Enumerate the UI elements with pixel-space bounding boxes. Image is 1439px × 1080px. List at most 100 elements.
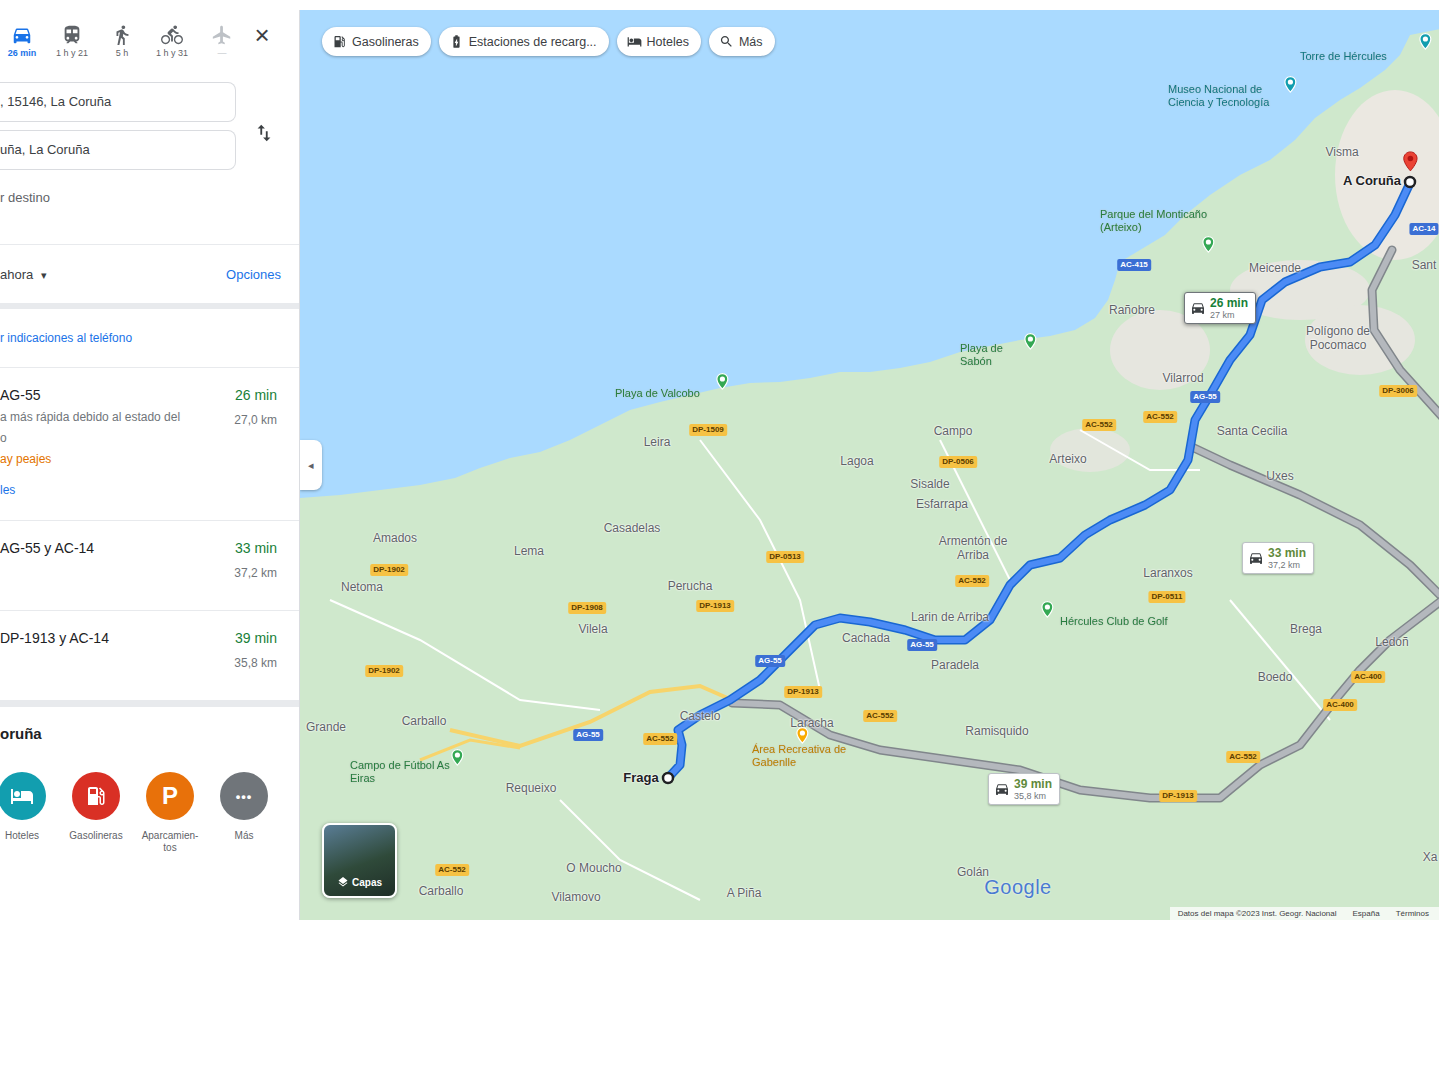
place-label: Lema	[514, 544, 544, 558]
destination-ring-icon	[1405, 177, 1415, 187]
place-label: Laracha	[790, 716, 833, 730]
road-shield: AC-552	[1082, 419, 1116, 431]
route-option[interactable]: AG-55 a más rápida debido al estado delo…	[0, 368, 299, 521]
poi-pin-icon[interactable]	[452, 750, 463, 766]
hotel-icon	[0, 772, 46, 820]
chip-charging[interactable]: Estaciones de recarg...	[439, 27, 609, 56]
route-time-box[interactable]: 33 min 37,2 km	[1242, 542, 1314, 574]
destination-pin-icon[interactable]	[1404, 152, 1417, 171]
place-label: Castelo	[680, 709, 721, 723]
footer-link[interactable]: Datos del mapa ©2023 Inst. Geogr. Nacion…	[1178, 909, 1337, 918]
travel-mode[interactable]: 1 h y 21	[50, 24, 94, 58]
place-label: Xa	[1423, 850, 1438, 864]
poi-label[interactable]: Área Recreativa de Gabenlle	[752, 743, 852, 769]
place-label: Sant	[1412, 258, 1437, 272]
footer-link[interactable]: España	[1353, 909, 1380, 918]
place-label: Grande	[306, 720, 346, 734]
poi-label[interactable]: Campo de Fútbol As Eiras	[350, 759, 450, 785]
place-label: Vilamovo	[551, 890, 600, 904]
options-button[interactable]: Opciones	[226, 267, 281, 282]
parking-icon: P	[146, 772, 194, 820]
road-shield: AC-552	[955, 575, 989, 587]
land	[300, 28, 1439, 920]
route-line[interactable]	[668, 183, 1410, 778]
place-label: Cachada	[842, 631, 890, 645]
route-line[interactable]	[1192, 447, 1439, 600]
car-icon	[994, 781, 1010, 797]
nearby-more[interactable]: ••• Más	[207, 772, 281, 854]
road-shield: AC-552	[1226, 751, 1260, 763]
road-shield: DP-1902	[365, 665, 403, 677]
route-line[interactable]	[732, 598, 1439, 798]
send-to-phone[interactable]: r indicaciones al teléfono	[0, 309, 299, 368]
place-label: Vilela	[578, 622, 607, 636]
poi-pin-icon[interactable]	[717, 374, 728, 390]
directions-panel: 26 min 1 h y 21 5 h 1 h y 31 — × , 15146…	[0, 10, 300, 920]
poi-pin-icon[interactable]	[1285, 77, 1296, 93]
road-shield: AC-400	[1323, 699, 1357, 711]
nearby-hotel[interactable]: Hoteles	[0, 772, 59, 854]
place-label: Visma	[1325, 145, 1358, 159]
nearby-gas[interactable]: Gasolineras	[59, 772, 133, 854]
route-option[interactable]: AG-55 y AC-14 33 min 37,2 km	[0, 521, 299, 611]
map[interactable]: VismaA CoruñaMeicendeRañobrePolígono de …	[300, 10, 1439, 920]
travel-mode[interactable]: —	[200, 24, 244, 58]
route-line[interactable]	[1372, 250, 1439, 420]
place-label: Paradela	[931, 658, 979, 672]
place-label: Lagoa	[840, 454, 873, 468]
chip-hotel[interactable]: Hoteles	[617, 27, 701, 56]
swap-icon[interactable]	[253, 122, 275, 144]
walk-icon	[111, 24, 133, 46]
search-icon	[719, 34, 734, 49]
details-link[interactable]: les	[0, 483, 180, 497]
place-label: Carballo	[419, 884, 464, 898]
poi-pin-icon[interactable]	[1025, 334, 1036, 350]
departure-dropdown[interactable]: ahora ▾	[0, 267, 47, 282]
place-label: Fraga	[623, 771, 658, 785]
poi-pin-icon[interactable]	[1203, 237, 1214, 253]
add-destination[interactable]: r destino	[0, 178, 236, 205]
nearby-parking[interactable]: P Aparcamien-tos	[133, 772, 207, 854]
road-shield: AC-415	[1117, 259, 1151, 271]
layers-icon	[337, 876, 349, 888]
poi-label[interactable]: Museo Nacional de Ciencia y Tecnología	[1168, 83, 1278, 109]
place-label: Rañobre	[1109, 303, 1155, 317]
route-option[interactable]: DP-1913 y AC-14 39 min 35,8 km	[0, 611, 299, 701]
close-button[interactable]: ×	[250, 24, 274, 46]
destination-field[interactable]: uña, La Coruña	[0, 130, 236, 170]
poi-pin-icon[interactable]	[1042, 602, 1053, 618]
more-icon: •••	[220, 772, 268, 820]
poi-label[interactable]: Playa de Sabón	[960, 342, 1020, 368]
travel-mode[interactable]: 26 min	[0, 24, 44, 58]
road-shield: AC-552	[643, 733, 677, 745]
route-time-box[interactable]: 26 min 27 km	[1184, 292, 1256, 324]
place-label: Meicende	[1249, 261, 1301, 275]
route-line-outline	[668, 183, 1410, 778]
chip-gas[interactable]: Gasolineras	[322, 27, 431, 56]
travel-mode[interactable]: 5 h	[100, 24, 144, 58]
road-shield: DP-1913	[784, 686, 822, 698]
route-inputs: , 15146, La Coruña uña, La Coruña r dest…	[0, 72, 299, 245]
road-shield: AG-55	[755, 655, 785, 667]
origin-marker-icon[interactable]	[663, 773, 673, 783]
route-time-box[interactable]: 39 min 35,8 km	[988, 773, 1060, 805]
collapse-panel-button[interactable]: ◂	[300, 440, 322, 490]
place-label: Boedo	[1258, 670, 1293, 684]
poi-label[interactable]: Hércules Club de Golf	[1060, 615, 1200, 628]
travel-mode[interactable]: 1 h y 31	[150, 24, 194, 58]
footer-link[interactable]: Términos	[1396, 909, 1429, 918]
place-label: Campo	[934, 424, 973, 438]
chip-search[interactable]: Más	[709, 27, 775, 56]
road-shield: AC-552	[435, 864, 469, 876]
poi-pin-icon[interactable]	[1420, 34, 1431, 50]
origin-field[interactable]: , 15146, La Coruña	[0, 82, 236, 122]
place-label: Golán	[957, 865, 989, 879]
poi-label[interactable]: Playa de Valcobo	[615, 387, 720, 400]
layers-button[interactable]: Capas	[322, 823, 397, 898]
poi-label[interactable]: Parque del Monticaño (Arteixo)	[1100, 208, 1210, 234]
road-shield: DP-0511	[1148, 591, 1185, 603]
place-label: Ledoñ	[1375, 635, 1408, 649]
route-line-outline	[1192, 447, 1439, 600]
travel-modes: 26 min 1 h y 21 5 h 1 h y 31 — ×	[0, 10, 299, 72]
poi-label[interactable]: Torre de Hércules	[1300, 50, 1410, 63]
